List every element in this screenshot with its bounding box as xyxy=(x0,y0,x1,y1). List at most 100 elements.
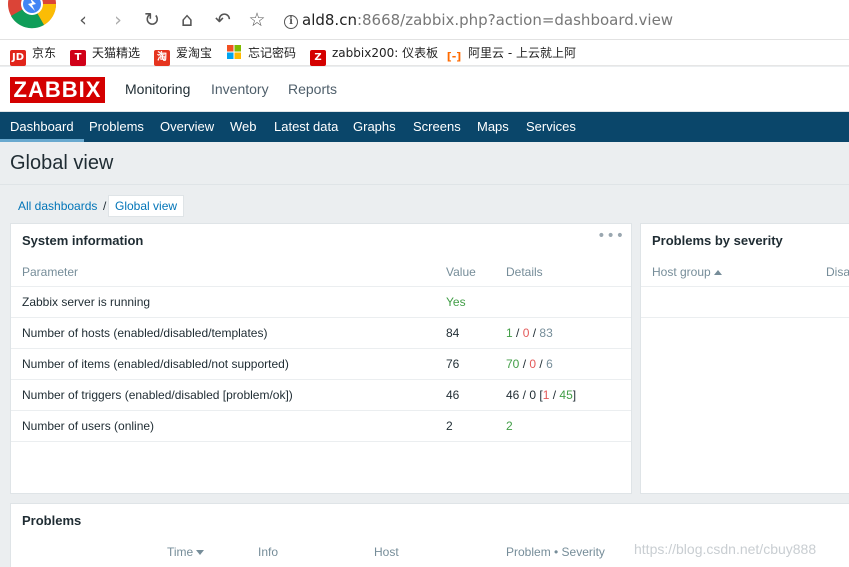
tab-services[interactable]: Services xyxy=(516,112,586,142)
url-host: ald8.cn xyxy=(302,11,357,29)
details-templates: 83 xyxy=(539,326,553,340)
column-details: Details xyxy=(506,265,543,279)
column-problem-severity[interactable]: Problem • Severity xyxy=(506,545,605,559)
title-divider xyxy=(0,184,849,185)
taobao-icon: 淘 xyxy=(154,50,170,66)
bookmark-jd[interactable]: JD 京东 xyxy=(10,44,56,66)
column-info: Info xyxy=(258,545,279,559)
parameter-cell: Number of triggers (enabled/disabled [pr… xyxy=(22,388,293,402)
column-disaster: Disa xyxy=(826,265,849,279)
bookmark-star-icon[interactable]: ☆ xyxy=(246,8,268,32)
table-row: Number of hosts (enabled/disabled/templa… xyxy=(11,317,631,348)
details-enabled: 70 xyxy=(506,357,520,371)
page-title: Global view xyxy=(10,152,114,174)
breadcrumb-all-dashboards[interactable]: All dashboards xyxy=(18,199,97,213)
parameter-cell: Zabbix server is running xyxy=(22,295,151,309)
details-disabled: 0 xyxy=(529,357,537,371)
column-label: Host group xyxy=(652,265,711,279)
tab-web[interactable]: Web xyxy=(220,112,267,142)
widget-title: Problems by severity xyxy=(652,233,783,248)
column-host-group[interactable]: Host group xyxy=(652,265,722,279)
bookmark-label: 爱淘宝 xyxy=(176,46,213,60)
watermark: https://blog.csdn.net/cbuy888 xyxy=(634,541,817,557)
back-icon[interactable]: ‹ xyxy=(72,8,94,32)
bookmark-aitaobao[interactable]: 淘爱淘宝 xyxy=(154,44,213,66)
table-row: Number of users (online) 2 2 xyxy=(11,410,631,441)
problems-by-severity-widget: Problems by severity Host group Disa xyxy=(640,223,849,494)
url-path: :8668/zabbix.php?action=dashboard.view xyxy=(356,11,674,29)
bookmark-zabbix200[interactable]: Zzabbix200: 仪表板 xyxy=(310,44,439,66)
details-problem: 1 xyxy=(542,388,550,402)
column-label: Time xyxy=(167,545,194,559)
widget-title: Problems xyxy=(22,513,82,528)
home-icon[interactable]: ⌂ xyxy=(176,8,198,32)
column-host[interactable]: Host xyxy=(374,545,399,559)
value-cell: 46 xyxy=(446,388,460,402)
widget-title: System information xyxy=(22,233,144,248)
bookmark-aliyun[interactable]: [-] 阿里云 - 上云就上阿 xyxy=(446,44,576,65)
breadcrumb-separator: / xyxy=(103,199,107,213)
details-online: 2 xyxy=(506,419,513,433)
system-information-widget: System information ••• Parameter Value D… xyxy=(10,223,632,494)
bookmark-label: 天猫精选 xyxy=(92,46,141,60)
address-bar[interactable]: i ald8.cn:8668/zabbix.php?action=dashboar… xyxy=(284,11,673,29)
info-icon[interactable]: i xyxy=(284,15,298,29)
details-ok: 45 xyxy=(559,388,573,402)
details-cell: 1 / 0 / 83 xyxy=(506,326,553,340)
menu-reports[interactable]: Reports xyxy=(288,81,337,97)
bookmark-forgot-password[interactable]: 忘记密码 xyxy=(226,44,296,62)
details-cell: 46 / 0 [1 / 45] xyxy=(506,388,577,402)
parameter-cell: Number of items (enabled/disabled/not su… xyxy=(22,357,289,371)
table-row: Zabbix server is running Yes xyxy=(11,286,631,317)
menu-inventory[interactable]: Inventory xyxy=(211,81,269,97)
parameter-cell: Number of hosts (enabled/disabled/templa… xyxy=(22,326,268,340)
parameter-cell: Number of users (online) xyxy=(22,419,155,433)
zabbix-header: ZABBIX Monitoring Inventory Reports xyxy=(0,67,849,112)
value-cell: 76 xyxy=(446,357,460,371)
tab-graphs[interactable]: Graphs xyxy=(343,112,406,142)
column-time[interactable]: Time xyxy=(167,545,205,559)
tab-latest-data[interactable]: Latest data xyxy=(264,112,348,142)
zabbix-icon: Z xyxy=(310,50,326,66)
sort-descending-icon xyxy=(196,550,205,555)
tab-screens[interactable]: Screens xyxy=(403,112,471,142)
value-cell: 2 xyxy=(446,419,453,433)
table-row: Number of triggers (enabled/disabled [pr… xyxy=(11,379,631,410)
details-disabled: 0 xyxy=(522,326,530,340)
bookmark-label: zabbix200: 仪表板 xyxy=(332,46,439,60)
bookmarks-bar: JD 京东 T 天猫精选 淘爱淘宝 忘记密码 Zzabbix200: 仪表板 [-]… xyxy=(0,40,849,66)
sub-navigation: Dashboard Problems Overview Web Latest d… xyxy=(0,112,849,142)
zabbix-logo[interactable]: ZABBIX xyxy=(10,77,105,103)
tab-maps[interactable]: Maps xyxy=(467,112,519,142)
table-bottom-border xyxy=(11,441,631,442)
tab-dashboard[interactable]: Dashboard xyxy=(0,112,84,142)
tab-overview[interactable]: Overview xyxy=(150,112,224,142)
value-cell: 84 xyxy=(446,326,460,340)
windows-icon xyxy=(226,44,242,60)
bookmark-tmall[interactable]: T 天猫精选 xyxy=(70,44,141,66)
tab-problems[interactable]: Problems xyxy=(79,112,154,142)
details-suffix: ] xyxy=(572,388,577,402)
bookmark-label: 阿里云 - 上云就上阿 xyxy=(468,46,576,60)
details-enabled: 1 xyxy=(506,326,513,340)
browser-toolbar: ‹ › ↻ ⌂ ↶ ☆ i ald8.cn:8668/zabbix.php?act… xyxy=(0,0,849,40)
forward-icon[interactable]: › xyxy=(107,8,129,32)
breadcrumb-current[interactable]: Global view xyxy=(108,195,185,217)
aliyun-icon: [-] xyxy=(446,49,462,65)
jd-icon: JD xyxy=(10,50,26,66)
sort-ascending-icon xyxy=(713,270,722,275)
widget-menu-icon[interactable]: ••• xyxy=(597,228,625,244)
undo-icon[interactable]: ↶ xyxy=(212,8,234,32)
reload-icon[interactable]: ↻ xyxy=(141,8,163,32)
problems-widget: Problems Time Info Host Problem • Severi… xyxy=(10,503,849,567)
column-parameter: Parameter xyxy=(22,265,79,279)
details-not-supported: 6 xyxy=(546,357,553,371)
menu-monitoring[interactable]: Monitoring xyxy=(125,81,190,97)
table-row xyxy=(641,286,849,317)
tmall-icon: T xyxy=(70,50,86,66)
bookmark-label: 忘记密码 xyxy=(248,46,297,60)
browser-logo-icon xyxy=(6,0,58,32)
value-cell: Yes xyxy=(446,295,466,309)
column-value: Value xyxy=(446,265,476,279)
table-row: Number of items (enabled/disabled/not su… xyxy=(11,348,631,379)
